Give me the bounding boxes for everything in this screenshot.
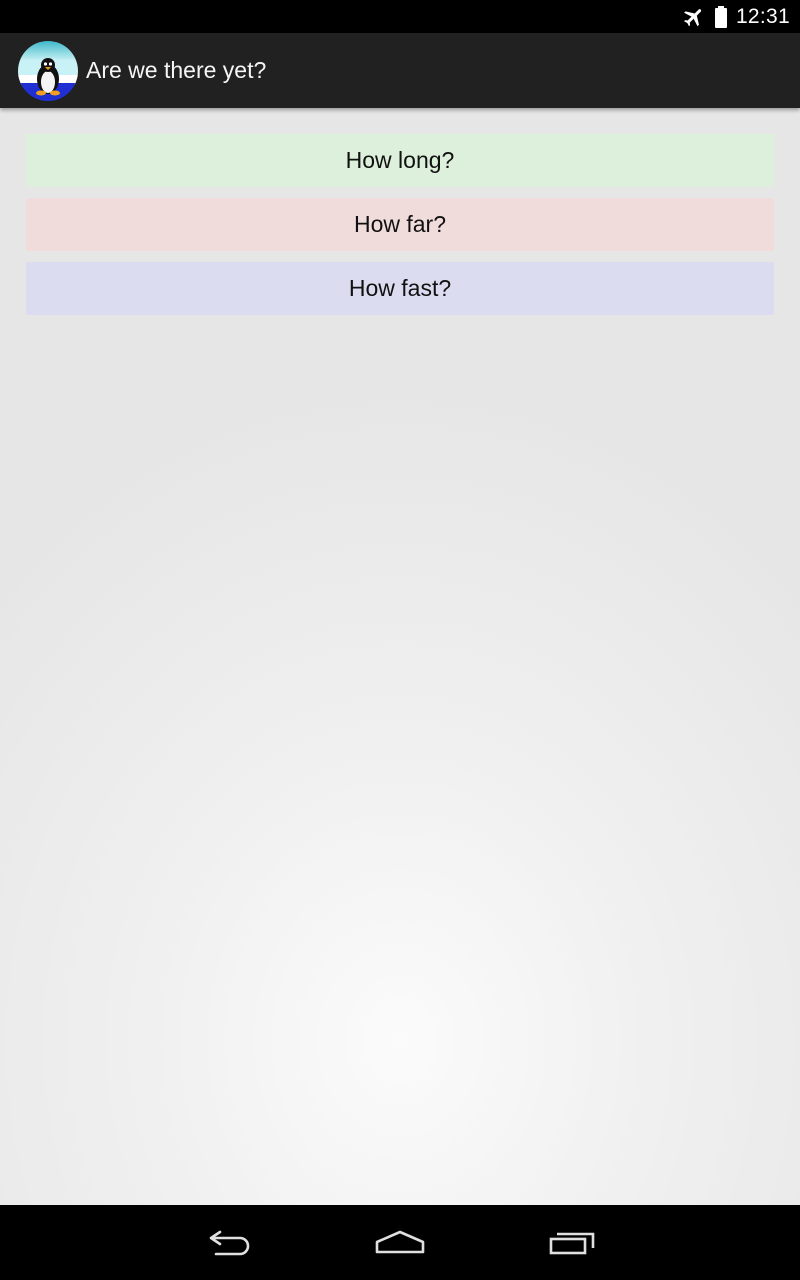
home-icon bbox=[375, 1230, 425, 1253]
how-far-button[interactable]: How far? bbox=[26, 198, 774, 251]
back-button[interactable] bbox=[185, 1205, 275, 1280]
action-bar: Are we there yet? bbox=[0, 33, 800, 108]
navigation-bar bbox=[0, 1205, 800, 1280]
battery-icon bbox=[714, 5, 727, 28]
main-content: How long? How far? How fast? bbox=[0, 108, 800, 1205]
penguin-app-icon[interactable] bbox=[18, 40, 78, 101]
clock: 12:31 bbox=[735, 4, 790, 28]
status-bar: 12:31 bbox=[0, 0, 800, 33]
back-icon bbox=[209, 1230, 250, 1255]
how-fast-button[interactable]: How fast? bbox=[26, 262, 774, 315]
status-icons: 12:31 bbox=[682, 0, 790, 33]
recents-icon bbox=[549, 1232, 595, 1254]
airplane-mode-icon bbox=[684, 8, 702, 26]
recents-button[interactable] bbox=[527, 1205, 617, 1280]
app-title: Are we there yet? bbox=[86, 57, 267, 83]
home-button[interactable] bbox=[355, 1205, 445, 1280]
how-long-button[interactable]: How long? bbox=[26, 134, 774, 187]
